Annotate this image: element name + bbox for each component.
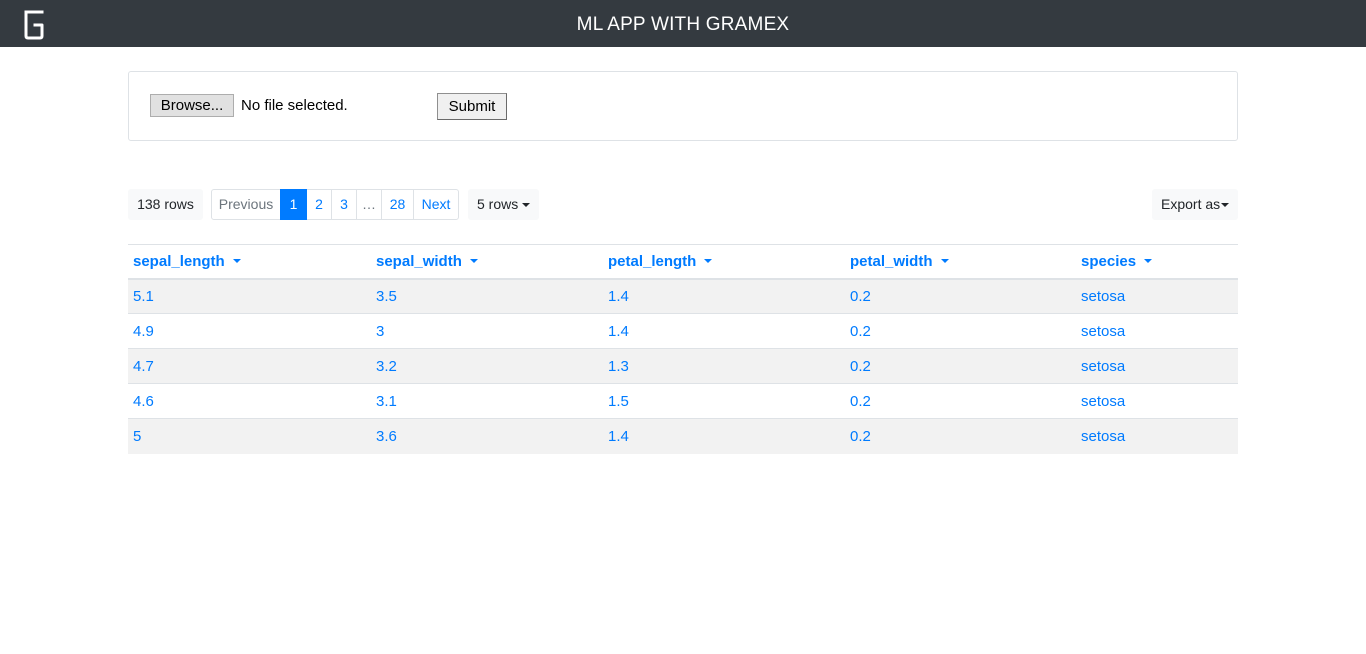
table-row: 5.1 3.5 1.4 0.2 setosa — [128, 278, 1238, 314]
column-header-sepal-length[interactable]: sepal_length — [128, 244, 371, 280]
table-cell[interactable]: 4.6 — [128, 383, 371, 419]
table-row: 4.7 3.2 1.3 0.2 setosa — [128, 348, 1238, 384]
file-status-text: No file selected. — [241, 97, 348, 114]
table-cell[interactable]: 3.5 — [371, 278, 603, 314]
caret-down-icon — [1221, 203, 1229, 207]
table-cell[interactable]: 0.2 — [845, 418, 1076, 454]
table-cell[interactable]: 4.9 — [128, 313, 371, 349]
table-cell[interactable]: 0.2 — [845, 313, 1076, 349]
export-dropdown[interactable]: Export as — [1152, 189, 1238, 220]
top-navbar: ML APP WITH GRAMEX — [0, 0, 1366, 47]
column-header-petal-length[interactable]: petal_length — [603, 244, 845, 280]
table-cell[interactable]: 0.2 — [845, 278, 1076, 314]
table-cell[interactable]: 3.2 — [371, 348, 603, 384]
table-header-row: sepal_length sepal_width petal_length pe… — [128, 244, 1238, 280]
table-cell[interactable]: setosa — [1076, 313, 1238, 349]
browse-file-button[interactable]: Browse... — [150, 94, 234, 117]
column-header-species[interactable]: species — [1076, 244, 1238, 280]
export-label: Export as — [1161, 196, 1221, 212]
table-cell[interactable]: setosa — [1076, 418, 1238, 454]
data-table: sepal_length sepal_width petal_length pe… — [128, 244, 1238, 454]
table-cell[interactable]: setosa — [1076, 278, 1238, 314]
table-cell[interactable]: 0.2 — [845, 348, 1076, 384]
column-header-label: sepal_length — [133, 252, 225, 270]
page-size-label: 5 rows — [477, 196, 519, 212]
column-header-petal-width[interactable]: petal_width — [845, 244, 1076, 280]
table-row: 4.6 3.1 1.5 0.2 setosa — [128, 383, 1238, 419]
table-cell[interactable]: 3 — [371, 313, 603, 349]
table-cell[interactable]: 1.5 — [603, 383, 845, 419]
column-header-sepal-width[interactable]: sepal_width — [371, 244, 603, 280]
table-cell[interactable]: setosa — [1076, 348, 1238, 384]
pagination-page-2[interactable]: 2 — [306, 189, 332, 220]
row-count-badge: 138 rows — [128, 189, 203, 220]
sort-caret-icon — [469, 258, 478, 263]
column-header-label: species — [1081, 252, 1137, 270]
caret-down-icon — [522, 203, 530, 207]
column-header-label: sepal_width — [376, 252, 462, 270]
table-cell[interactable]: setosa — [1076, 383, 1238, 419]
sort-caret-icon — [232, 258, 241, 263]
table-cell[interactable]: 1.3 — [603, 348, 845, 384]
sort-caret-icon — [940, 258, 949, 263]
table-cell[interactable]: 5.1 — [128, 278, 371, 314]
table-cell[interactable]: 4.7 — [128, 348, 371, 384]
pagination-page-1[interactable]: 1 — [280, 189, 307, 220]
table-cell[interactable]: 0.2 — [845, 383, 1076, 419]
table-row: 5 3.6 1.4 0.2 setosa — [128, 418, 1238, 454]
table-row: 4.9 3 1.4 0.2 setosa — [128, 313, 1238, 349]
table-cell[interactable]: 5 — [128, 418, 371, 454]
pagination: Previous 1 2 3 … 28 Next — [211, 189, 459, 220]
app-title: ML APP WITH GRAMEX — [576, 14, 790, 35]
pagination-ellipsis: … — [356, 189, 382, 220]
page-size-dropdown[interactable]: 5 rows — [468, 189, 539, 220]
column-header-label: petal_length — [608, 252, 697, 270]
pagination-next[interactable]: Next — [413, 189, 459, 220]
sort-caret-icon — [704, 258, 713, 263]
sort-caret-icon — [1144, 258, 1153, 263]
table-cell[interactable]: 1.4 — [603, 313, 845, 349]
pagination-previous[interactable]: Previous — [211, 189, 281, 220]
pagination-page-3[interactable]: 3 — [331, 189, 357, 220]
table-cell[interactable]: 3.1 — [371, 383, 603, 419]
column-header-label: petal_width — [850, 252, 933, 270]
table-cell[interactable]: 1.4 — [603, 418, 845, 454]
pagination-page-28[interactable]: 28 — [381, 189, 414, 220]
submit-button[interactable]: Submit — [437, 93, 507, 120]
table-cell[interactable]: 1.4 — [603, 278, 845, 314]
upload-form-card: Browse... No file selected. Submit — [128, 71, 1238, 141]
table-cell[interactable]: 3.6 — [371, 418, 603, 454]
